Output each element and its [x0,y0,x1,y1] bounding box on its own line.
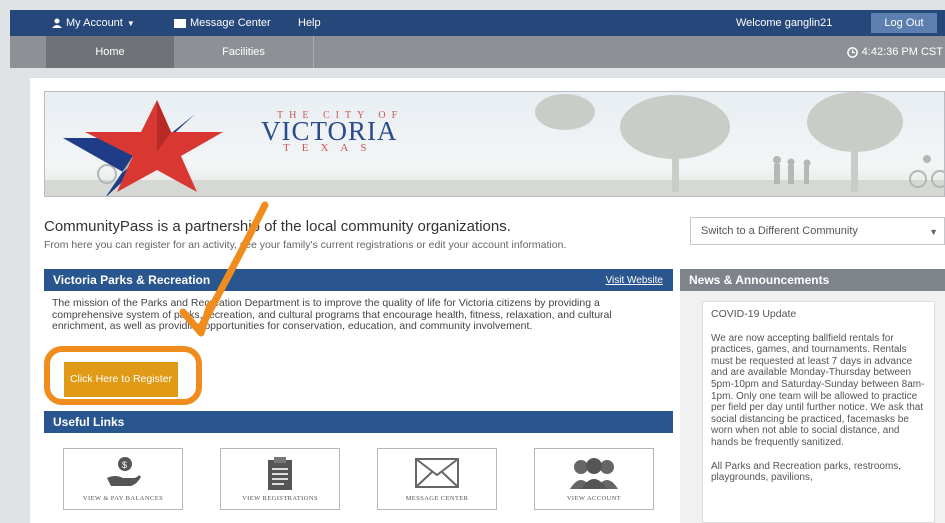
link-label: VIEW ACCOUNT [566,495,622,502]
news-content[interactable]: COVID-19 Update We are now accepting bal… [702,301,935,523]
view-account-card[interactable]: VIEW ACCOUNT [534,448,654,510]
clock-icon [846,46,858,58]
visit-website-link[interactable]: Visit Website [606,275,663,286]
community-select[interactable]: Switch to a Different Community ▼ [690,217,945,245]
my-account-menu[interactable]: My Account ▼ [52,17,135,29]
tab-home[interactable]: Home [46,36,174,68]
hand-money-icon: $ [107,457,141,486]
view-registrations-card[interactable]: VIEW REGISTRATIONS [220,448,340,510]
news-title: News & Announcements [689,273,830,287]
news-body: We are now accepting ballfield rentals f… [711,332,925,448]
banner-scenery [45,92,944,196]
city-banner: THE CITY OF VICTORIA TEXAS [44,91,945,197]
news-panel: COVID-19 Update We are now accepting bal… [680,291,945,523]
message-center-card[interactable]: MESSAGE CENTER [377,448,497,510]
clock: 4:42:36 PM CST [846,46,943,58]
top-bar: My Account ▼ Message Center Help Welcome… [10,10,945,36]
welcome-label: Welcome ganglin21 [736,17,833,29]
useful-links: $ VIEW & PAY BALANCES VIEW REGISTRATIONS [63,448,683,518]
nav-bar: Home Facilities 4:42:36 PM CST [10,36,945,68]
register-highlight: Click Here to Register [44,346,202,405]
main-panel: THE CITY OF VICTORIA TEXAS CommunityPass… [30,78,945,523]
org-header: Victoria Parks & Recreation Visit Websit… [44,269,673,291]
clock-time: 4:42:36 PM CST [861,46,943,58]
message-center-label: Message Center [190,17,271,29]
org-mission: The mission of the Parks and Recreation … [52,297,612,332]
message-center-link[interactable]: Message Center [174,17,271,29]
useful-links-header: Useful Links [44,411,673,433]
link-label: MESSAGE CENTER [405,495,469,502]
register-button[interactable]: Click Here to Register [64,362,178,397]
org-name: Victoria Parks & Recreation [53,273,211,287]
news-body-2: All Parks and Recreation parks, restroom… [711,460,902,484]
svg-text:$: $ [122,460,127,470]
envelope-icon [174,18,186,28]
view-pay-balances-card[interactable]: $ VIEW & PAY BALANCES [63,448,183,510]
my-account-label: My Account [66,17,123,29]
community-select-label: Switch to a Different Community [701,225,858,237]
intro-title: CommunityPass is a partnership of the lo… [44,218,511,235]
useful-links-title: Useful Links [53,415,125,429]
tab-facilities[interactable]: Facilities [174,36,314,68]
users-icon [570,458,618,489]
news-header: News & Announcements [680,269,945,291]
envelope-icon [415,458,459,488]
user-icon [52,18,62,28]
intro-subtitle: From here you can register for an activi… [44,239,567,251]
link-label: VIEW & PAY BALANCES [82,495,164,502]
caret-down-icon: ▼ [126,18,135,28]
news-heading: COVID-19 Update [711,308,797,320]
logout-button[interactable]: Log Out [871,13,937,33]
help-link[interactable]: Help [298,17,321,29]
help-label: Help [298,17,321,29]
state-name: TEXAS [283,142,379,154]
chevron-down-icon: ▼ [929,227,938,237]
clipboard-icon [268,457,292,490]
welcome-text: Welcome ganglin21 [736,17,832,29]
link-label: VIEW REGISTRATIONS [242,495,318,502]
